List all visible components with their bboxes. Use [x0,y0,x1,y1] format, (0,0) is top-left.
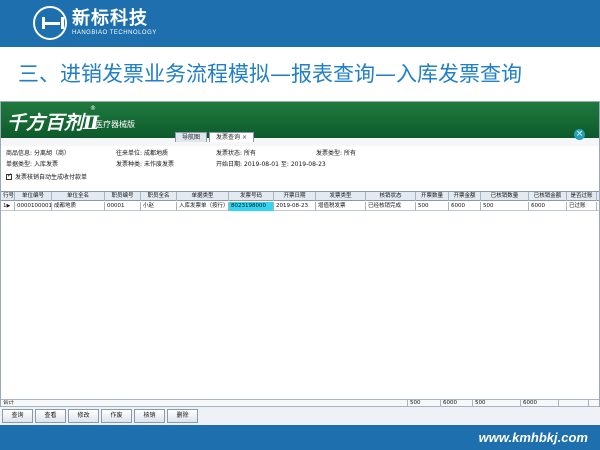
column-header[interactable]: 已核销数量 [481,192,529,201]
app-edition: 医疗器械版 [95,120,135,129]
auto-generate-label: 发票核销自动生成收付款单 [15,174,88,181]
tab-close-icon[interactable]: × [242,134,247,141]
filter-end-date-value: 2019-08-23 [290,161,326,168]
table-row[interactable]: 1▶ 0000100001 成都地质 00001 小赵 入库发票单（按行） 80… [1,202,599,211]
close-icon[interactable]: × [574,129,585,140]
tab-invoice-query[interactable]: 发票查询 × [209,132,255,142]
app-top-area: 千方百剂Ⅱ ® 医疗器械版 导航图 发票查询 × × [1,102,599,146]
filter-doc-type-value: 入库发票 [34,161,59,168]
column-header[interactable]: 开票金额 [449,192,481,201]
cell-unit-code: 0000100001 [17,202,52,211]
view-button[interactable]: 查看 [35,409,66,423]
tab-label: 导航图 [182,134,201,141]
query-button[interactable]: 查询 [2,409,33,423]
invoice-grid: 行号 单位编号 单位全名 职员编号 职员全名 单据类型 发票号码 开票日期 发票… [1,191,599,391]
checkbox-checked-icon [6,172,12,180]
cell-posted: 已过账 [567,202,597,211]
footer-writeoff-qty: 500 [473,400,521,407]
filter-invoice-kind[interactable]: 发票种类: 未作废发票 [116,159,174,168]
filter-invoice-type-label: 发票类型: [316,150,343,157]
auto-generate-checkbox[interactable]: 发票核销自动生成收付款单 [6,172,87,181]
edit-button[interactable]: 修改 [68,409,99,423]
tab-bar: 导航图 发票查询 × [175,132,256,142]
filter-invoice-status-label: 发票状态: [216,150,243,157]
filter-invoice-status[interactable]: 发票状态: 所有 [216,148,256,157]
void-button[interactable]: 作废 [101,409,132,423]
filter-doc-type-label: 单据类型: [6,161,33,168]
column-header[interactable]: 单据类型 [177,192,229,201]
grid-header-row: 行号 单位编号 单位全名 职员编号 职员全名 单据类型 发票号码 开票日期 发票… [1,192,599,201]
filter-counterparty-value: 成都地质 [144,150,169,157]
cell-writeoff-status: 已经核销完成 [366,202,416,211]
column-header[interactable]: 开票日期 [274,192,316,201]
bottom-toolbar: 查询 查看 修改 作废 核销 删除 [0,407,600,425]
filter-counterparty-label: 往来单位: [116,150,143,157]
grid-footer-row: 合计 500 6000 500 6000 [1,399,599,407]
cell-staff-name: 小赵 [141,202,177,211]
column-header[interactable]: 单位全名 [52,192,105,201]
column-header[interactable]: 核销状态 [366,192,416,201]
filter-invoice-type-value: 所有 [344,150,357,157]
column-header[interactable]: 已核销金额 [529,192,567,201]
slide-header: 新标科技 HANGBIAO TECHNOLOGY [0,0,600,47]
company-logo: 新标科技 HANGBIAO TECHNOLOGY [33,5,157,41]
filter-counterparty[interactable]: 往来单位: 成都地质 [116,148,168,157]
column-header[interactable]: 发票类型 [316,192,366,201]
cell-invoice-amount: 6000 [449,202,481,211]
app-brand: 千方百剂Ⅱ [7,112,100,134]
tab-label: 发票查询 [216,134,241,141]
column-header[interactable]: 单位编号 [15,192,52,201]
footer-writeoff-amount: 6000 [521,400,559,407]
column-header[interactable]: 行号 [1,192,15,201]
registered-mark: ® [90,105,96,112]
filter-invoice-kind-label: 发票种类: [116,161,143,168]
cell-invoice-type: 增值税发票 [316,202,366,211]
column-header[interactable]: 是否过账 [567,192,597,201]
cell-staff-code: 00001 [105,202,141,211]
app-window: 千方百剂Ⅱ ® 医疗器械版 导航图 发票查询 × × 商品信息: 分离胡（商） 往来… [0,101,600,425]
app-banner: 千方百剂Ⅱ ® 医疗器械版 [1,102,599,138]
filter-invoice-status-value: 所有 [244,150,257,157]
filter-start-date-value: 2019-08-01 [244,161,279,168]
filter-start-date-label: 开始日期: [216,161,243,168]
filter-doc-type[interactable]: 单据类型: 入库发票 [6,159,58,168]
column-header[interactable]: 职员编号 [105,192,141,201]
filter-product-value: 分离胡（商） [34,150,71,157]
cell-writeoff-amount: 6000 [529,202,567,211]
slide-footer: www.kmhbkj.com [0,425,600,450]
footer-total-label: 合计 [1,400,408,407]
filter-invoice-kind-value: 未作废发票 [144,161,175,168]
tab-navigation-map[interactable]: 导航图 [175,132,208,142]
footer-empty-cell [559,400,589,407]
logo-mark-icon [33,6,67,40]
cell-doc-type: 入库发票单（按行） [179,202,229,211]
filter-product[interactable]: 商品信息: 分离胡（商） [6,148,70,157]
footer-invoice-amount: 6000 [441,400,473,407]
website-url: www.kmhbkj.com [478,430,588,445]
cell-invoice-number[interactable]: 8023198000 [229,202,274,211]
cell-invoice-date: 2019-08-23 [274,202,316,211]
filter-product-label: 商品信息: [6,150,33,157]
filter-to-label: 至: [280,161,289,168]
filter-date-range[interactable]: 开始日期: 2019-08-01 至: 2019-08-23 [216,159,326,168]
writeoff-button[interactable]: 核销 [134,409,165,423]
cell-invoice-qty: 500 [416,202,449,211]
column-header[interactable]: 发票号码 [229,192,274,201]
cell-writeoff-qty: 500 [481,202,529,211]
footer-invoice-qty: 500 [408,400,441,407]
logo-chinese-name: 新标科技 [72,8,148,29]
filter-panel: 商品信息: 分离胡（商） 往来单位: 成都地质 发票状态: 所有 发票类型: 所有 单据… [1,146,599,182]
slide-title: 三、进销发票业务流程模拟—报表查询—入库发票查询 [18,62,522,86]
cell-row-number: 1▶ [1,202,15,211]
column-header[interactable]: 开票数量 [416,192,449,201]
logo-english-name: HANGBIAO TECHNOLOGY [72,30,157,36]
cell-unit-name: 成都地质 [52,202,105,211]
filter-invoice-type[interactable]: 发票类型: 所有 [316,148,356,157]
column-header[interactable]: 职员全名 [141,192,177,201]
row-pointer-icon: ▶ [6,203,11,209]
delete-button[interactable]: 删除 [167,409,198,423]
